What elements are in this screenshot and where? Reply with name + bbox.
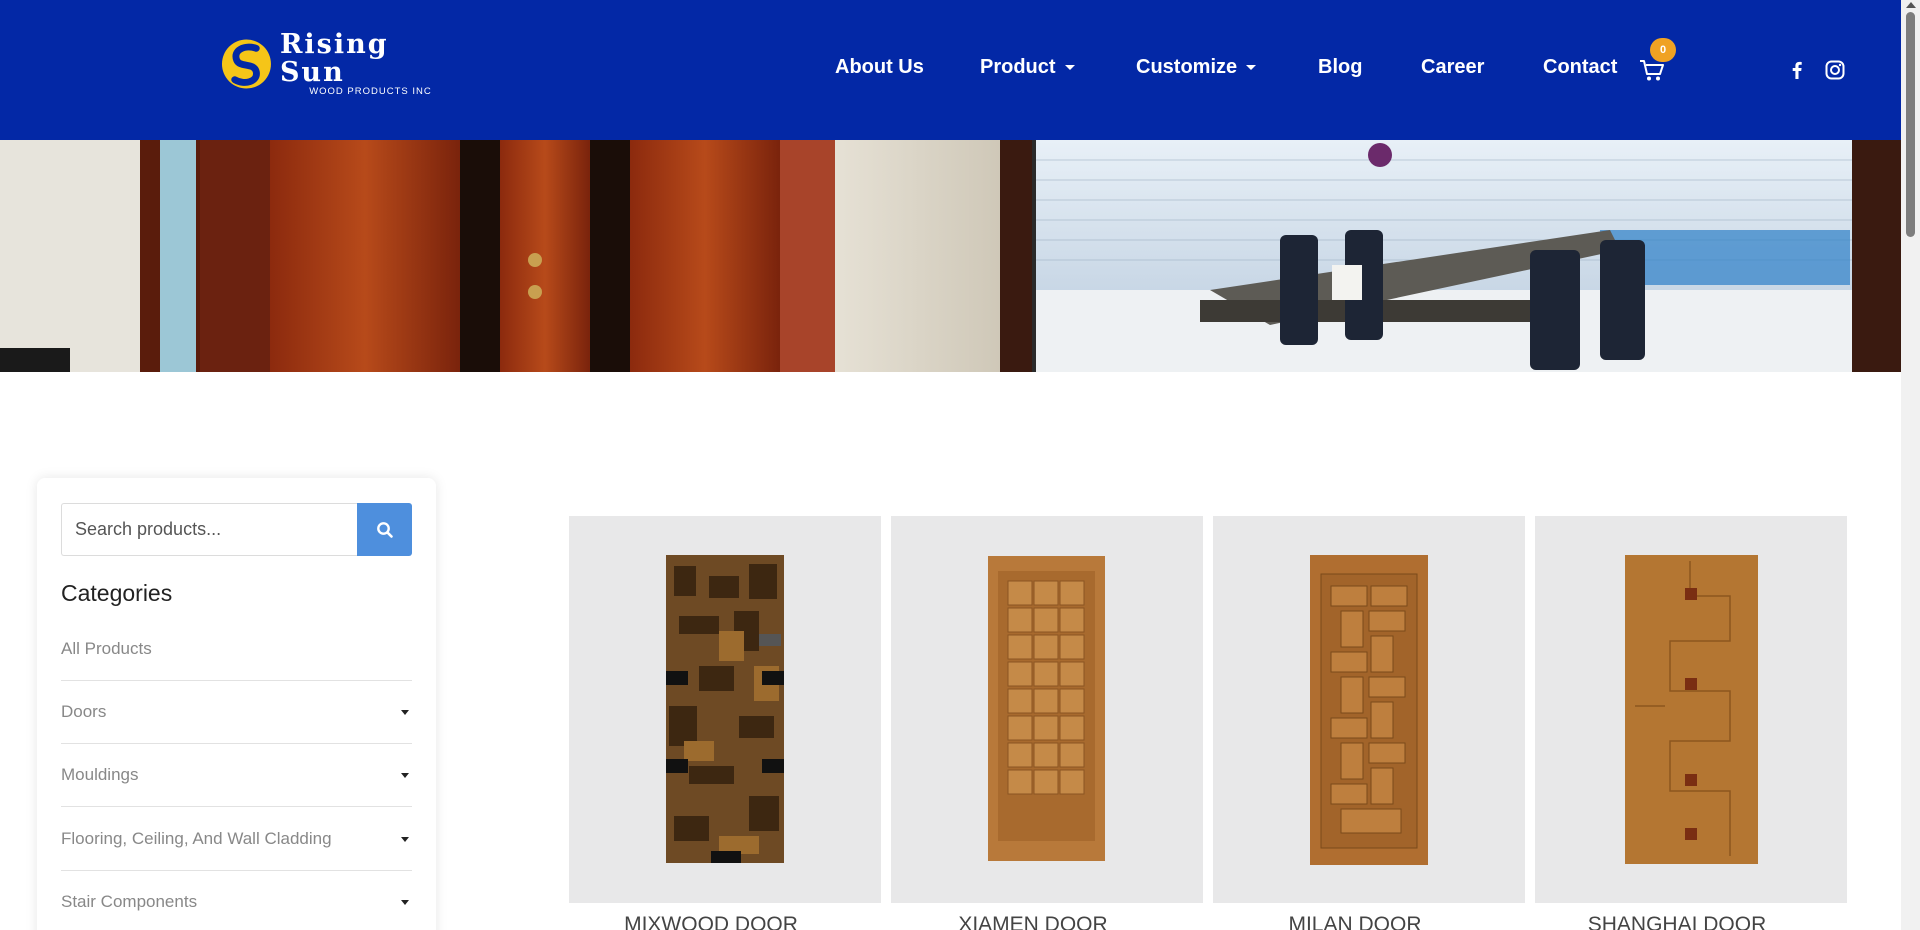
site-logo[interactable]: Rising Sun WOOD PRODUCTS INC (221, 31, 461, 97)
door-image (1625, 555, 1758, 864)
category-stair-components[interactable]: Stair Components (61, 871, 412, 930)
caret-down-icon (1246, 65, 1257, 70)
search-input[interactable] (61, 503, 357, 556)
hero-banner (0, 140, 1901, 372)
scrollbar-thumb[interactable] (1906, 12, 1915, 237)
nav-product[interactable]: Product (980, 56, 1075, 79)
caret-down-icon[interactable] (401, 709, 409, 715)
product-name[interactable]: MILAN DOOR (1213, 913, 1525, 930)
nav-about-us[interactable]: About Us (835, 56, 924, 79)
scroll-up-arrow-icon[interactable] (1906, 2, 1916, 8)
search-button[interactable] (357, 503, 412, 556)
caret-down-icon[interactable] (401, 836, 409, 842)
category-label: All Products (61, 639, 152, 658)
category-label: Stair Components (61, 892, 198, 911)
nav-customize[interactable]: Customize (1136, 56, 1257, 79)
cart-count-badge: 0 (1650, 38, 1676, 62)
category-doors[interactable]: Doors (61, 681, 412, 744)
brand-tagline: WOOD PRODUCTS INC (309, 86, 432, 97)
nav-blog[interactable]: Blog (1318, 56, 1362, 79)
product-card-image[interactable] (1535, 516, 1847, 903)
product-name[interactable]: XIAMEN DOOR (891, 913, 1203, 930)
product-name[interactable]: SHANGHAI DOOR (1535, 913, 1847, 930)
category-label: Mouldings (61, 765, 139, 784)
page-scrollbar[interactable] (1901, 0, 1920, 930)
sun-swirl-icon (221, 39, 271, 89)
product-sidebar: Categories All Products Doors Mouldings … (37, 478, 436, 930)
category-mouldings[interactable]: Mouldings (61, 744, 412, 807)
door-image (1310, 555, 1428, 865)
brand-name: Rising Sun (279, 29, 389, 88)
category-label: Doors (61, 702, 107, 721)
page: Rising Sun WOOD PRODUCTS INC About Us Pr… (0, 0, 1920, 930)
door-image (988, 556, 1105, 861)
nav-career[interactable]: Career (1421, 56, 1484, 79)
category-label: Flooring, Ceiling, And Wall Cladding (61, 829, 332, 848)
caret-down-icon (1064, 65, 1075, 70)
door-image (666, 555, 784, 863)
nav-label: Blog (1318, 56, 1363, 78)
caret-down-icon[interactable] (401, 899, 409, 905)
product-card-image[interactable] (1213, 516, 1525, 903)
hero-image (0, 140, 1901, 372)
nav-contact[interactable]: Contact (1543, 56, 1617, 79)
categories-heading: Categories (61, 580, 173, 606)
product-card-image[interactable] (891, 516, 1203, 903)
category-flooring-ceiling-wall-cladding[interactable]: Flooring, Ceiling, And Wall Cladding (61, 808, 412, 871)
category-all-products[interactable]: All Products (61, 618, 412, 681)
search-icon (376, 521, 393, 538)
logo-text: Rising Sun WOOD PRODUCTS INC (280, 31, 461, 97)
caret-down-icon[interactable] (401, 772, 409, 778)
facebook-icon[interactable] (1785, 58, 1809, 82)
nav-label: Product (980, 56, 1056, 78)
nav-label: Customize (1136, 56, 1238, 78)
nav-label: Contact (1543, 56, 1618, 78)
nav-label: About Us (835, 56, 924, 78)
product-card-image[interactable] (569, 516, 881, 903)
site-header: Rising Sun WOOD PRODUCTS INC About Us Pr… (0, 0, 1901, 140)
product-name[interactable]: MIXWOOD DOOR (569, 913, 881, 930)
nav-label: Career (1421, 56, 1485, 78)
instagram-icon[interactable] (1823, 58, 1847, 82)
